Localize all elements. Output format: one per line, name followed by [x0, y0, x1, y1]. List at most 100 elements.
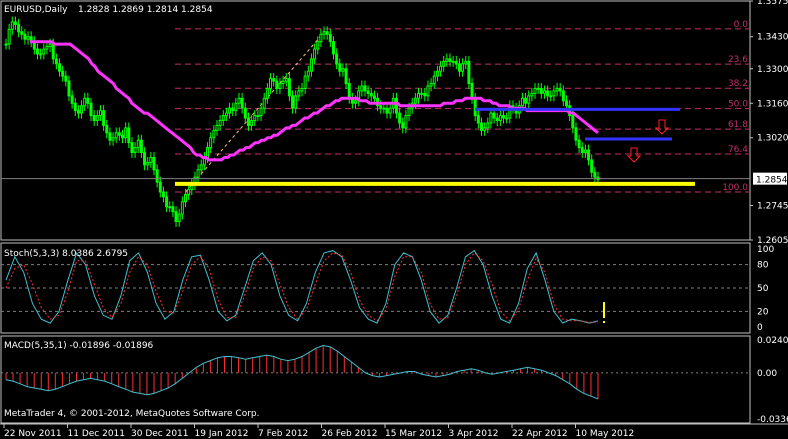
stoch-title: Stoch(5,3,3) 8.0386 2.6795 — [4, 249, 128, 259]
price-body — [442, 60, 446, 67]
price-body — [243, 107, 247, 119]
price-body — [89, 102, 93, 117]
price-body — [275, 80, 279, 89]
price-body — [291, 95, 295, 109]
price-body — [92, 115, 96, 122]
price-body — [423, 92, 427, 97]
price-body — [486, 122, 490, 129]
price-body — [502, 115, 506, 119]
price-tick-label: 1.3020 — [757, 134, 788, 144]
price-body — [262, 97, 266, 109]
stoch-tick-label: 20 — [757, 307, 769, 317]
price-body — [83, 97, 87, 107]
price-body — [54, 58, 58, 65]
price-body — [426, 85, 430, 97]
price-body — [539, 87, 543, 94]
price-body — [26, 36, 30, 40]
price-body — [174, 211, 178, 223]
price-body — [281, 80, 285, 85]
price-body — [23, 33, 27, 40]
price-body — [398, 112, 402, 124]
price-body — [127, 127, 131, 144]
time-tick-label: 15 Mar 2012 — [385, 429, 442, 439]
price-body — [13, 21, 17, 25]
price-body — [587, 149, 591, 161]
price-body — [363, 85, 367, 92]
price-body — [215, 124, 219, 131]
price-body — [287, 78, 291, 97]
down-arrow-icon — [626, 147, 642, 163]
price-body — [520, 97, 524, 107]
price-body — [457, 63, 461, 72]
price-body — [158, 181, 162, 193]
stoch-tick-label: 0 — [757, 323, 763, 333]
price-body — [360, 85, 364, 92]
price-body — [467, 60, 471, 85]
price-body — [45, 46, 49, 50]
price-body — [489, 112, 493, 124]
price-body — [533, 87, 537, 94]
price-body — [221, 115, 225, 122]
price-body — [161, 191, 165, 198]
price-body — [313, 48, 317, 60]
down-arrow-icon — [654, 119, 670, 135]
price-body — [379, 105, 383, 109]
chart-canvas: 0.0 23.6 38.2 50.0 61.8 76.4 100.0 1.3575 1.343… — [0, 0, 788, 439]
fib-trend-line — [185, 28, 328, 193]
price-body — [121, 134, 125, 139]
macd-tick-label: 0.02402 — [757, 336, 788, 346]
price-body — [76, 110, 80, 114]
price-body — [565, 100, 569, 107]
price-body — [328, 33, 332, 43]
price-body — [338, 63, 342, 72]
price-body — [394, 97, 398, 114]
price-body — [401, 122, 405, 129]
time-axis: 22 Nov 2011 11 Dec 2011 30 Dec 2011 19 Jan … — [3, 424, 634, 439]
price-body — [114, 132, 118, 139]
macd-tick-label: -0.03367 — [757, 415, 788, 425]
price-body — [231, 107, 235, 112]
macd-tick-label: 0.00 — [757, 369, 777, 379]
price-body — [146, 161, 150, 166]
current-price-label: 1.2854 — [756, 176, 788, 186]
price-body — [187, 188, 191, 195]
price-body — [294, 95, 298, 109]
price-body — [51, 43, 55, 60]
price-body — [530, 92, 534, 97]
price-body — [347, 83, 351, 99]
price-body — [168, 206, 172, 209]
price-tick-label: 1.2745 — [757, 202, 788, 212]
price-body — [20, 31, 24, 35]
price-tick-label: 1.3300 — [757, 65, 788, 75]
price-body — [558, 87, 562, 92]
price-body — [470, 83, 474, 99]
copyright-text: MetaTrader 4, © 2001-2012, MetaQuotes So… — [4, 409, 260, 419]
price-body — [61, 70, 65, 77]
price-tick-label: 1.3160 — [757, 99, 788, 109]
price-body — [212, 129, 216, 139]
price-body — [196, 169, 200, 178]
support-lines — [1, 107, 750, 186]
price-body — [143, 152, 147, 166]
stoch-tick-label: 50 — [757, 284, 769, 294]
price-body — [385, 107, 389, 114]
price-body — [108, 132, 112, 141]
price-body — [448, 58, 452, 62]
fib-label: 50.0 — [728, 100, 748, 110]
price-body — [250, 120, 254, 126]
price-body — [133, 147, 137, 154]
price-body — [492, 112, 496, 119]
price-body — [309, 58, 313, 72]
price-body — [67, 80, 71, 97]
price-body — [495, 117, 499, 121]
price-body — [4, 43, 8, 46]
price-body — [319, 33, 323, 43]
price-body — [206, 147, 210, 158]
price-body — [322, 31, 326, 35]
price-body — [325, 31, 329, 35]
price-body — [39, 53, 43, 56]
price-body — [7, 28, 11, 45]
price-axis: 1.35751.34301.33001.31601.30201.27451.26… — [750, 0, 788, 246]
price-body — [577, 139, 581, 149]
price-body — [171, 206, 175, 213]
